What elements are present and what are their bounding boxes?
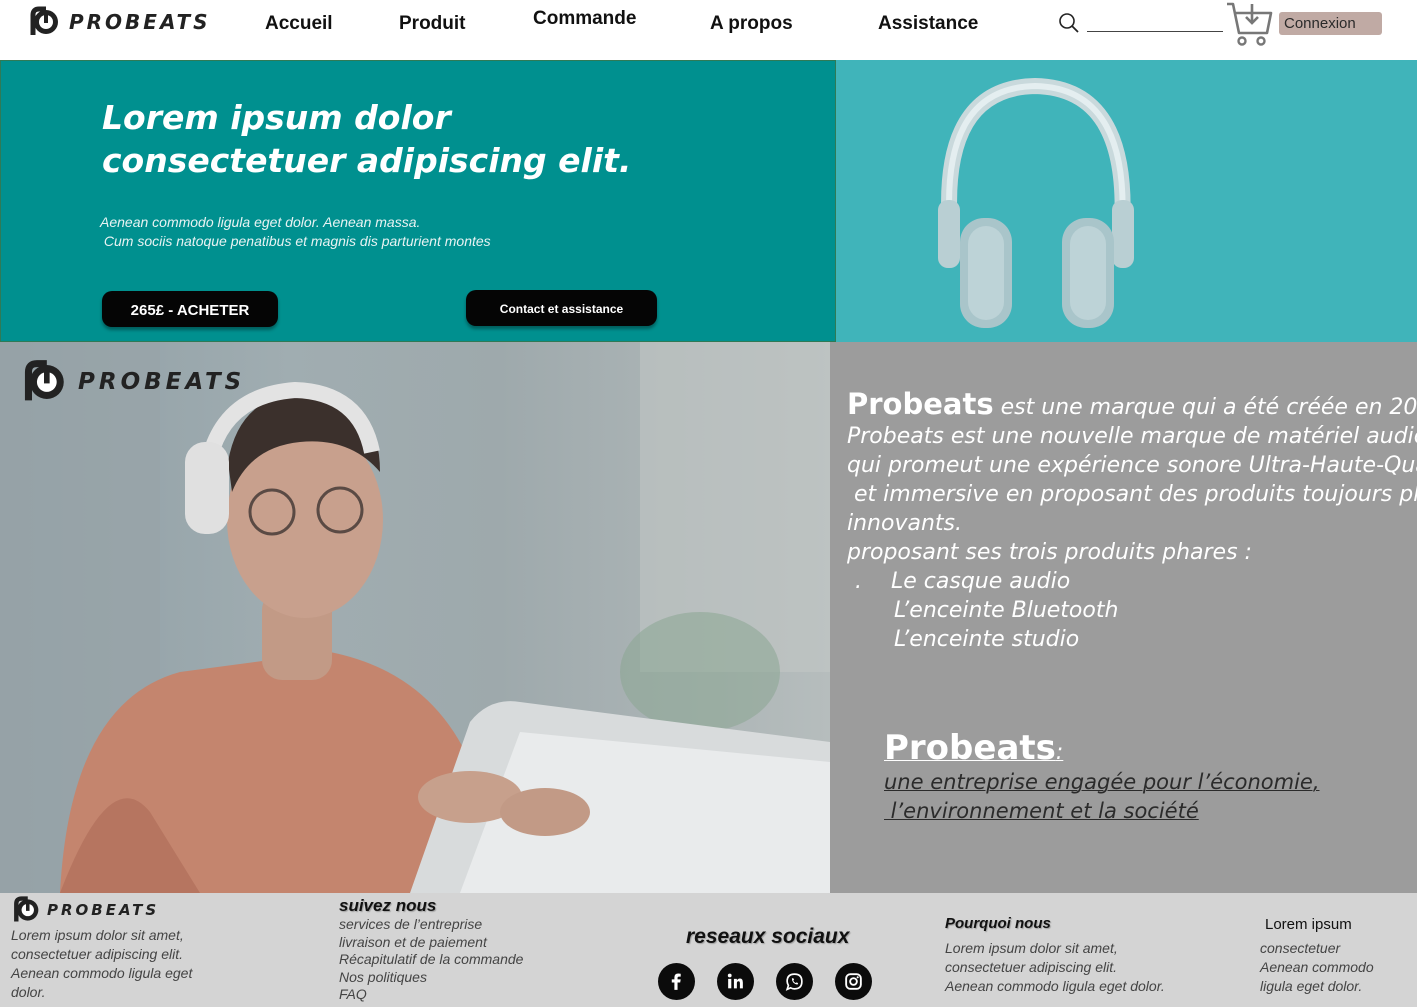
facebook-glyph-icon — [671, 973, 681, 990]
product-item-label: Le casque audio — [891, 569, 1071, 594]
engagement-subtitle: une entreprise engagée pour l’économie, … — [884, 768, 1320, 826]
product-item: . Le casque audio — [847, 567, 1417, 596]
footer-about-line: dolor. — [11, 984, 46, 1000]
footer-last-text: consectetuer Aenean commodo ligula eget … — [1260, 939, 1374, 996]
footer-link[interactable]: Récapitulatif de la commande — [339, 951, 523, 969]
about-line: Probeats est une nouvelle marque de maté… — [847, 424, 1417, 449]
site-footer — [0, 893, 1417, 1007]
hero-subtitle: Aenean commodo ligula eget dolor. Aenean… — [100, 213, 491, 251]
buy-button[interactable]: 265£ - ACHETER — [102, 291, 278, 327]
headphones-image — [938, 78, 1134, 328]
engagement-title: Probeats: — [884, 728, 1063, 768]
hero-product-panel — [836, 60, 1417, 342]
linkedin-glyph-icon — [727, 973, 743, 989]
about-brand: Probeats — [847, 387, 994, 421]
contact-button[interactable]: Contact et assistance — [466, 290, 657, 326]
photo-logo-wordmark: PROBEATS — [78, 369, 246, 395]
engagement-brand: Probeats — [884, 728, 1056, 768]
product-item: L’enceinte Bluetooth — [894, 598, 1119, 623]
probeats-logo-icon — [30, 6, 58, 35]
follow-links: services de l’entreprise livraison et de… — [339, 916, 523, 1004]
about-line: qui promeut une expérience sonore Ultra-… — [847, 453, 1417, 478]
cart-icon[interactable] — [1225, 0, 1275, 50]
footer-logo[interactable]: PROBEATS — [11, 895, 159, 925]
hero-title-line-2: consectetuer adipiscing elit. — [102, 141, 632, 180]
social-title: reseaux sociaux — [686, 925, 850, 948]
nav-a-propos[interactable]: A propos — [710, 13, 793, 35]
follow-title: suivez nous — [339, 896, 437, 915]
about-line: proposant ses trois produits phares : — [847, 540, 1252, 565]
about-intro-line: Probeats est une marque qui a été créée … — [847, 390, 1417, 422]
hero-title: Lorem ipsum dolor consectetuer adipiscin… — [102, 96, 702, 182]
site-header: PROBEATS Accueil Produit Commande A prop… — [0, 0, 1417, 60]
footer-last-line: ligula eget dolor. — [1260, 978, 1363, 994]
footer-link[interactable]: services de l’entreprise — [339, 916, 523, 934]
bullet-marker: . — [855, 569, 862, 594]
footer-about-line: Aenean commodo ligula eget — [11, 965, 193, 981]
header-logo[interactable]: PROBEATS — [27, 5, 211, 39]
facebook-icon[interactable] — [658, 963, 695, 1000]
why-title: Pourquoi nous — [945, 915, 1051, 932]
footer-about-line: consectetuer adipiscing elit. — [11, 946, 183, 962]
logo-wordmark: PROBEATS — [69, 10, 211, 34]
footer-link[interactable]: livraison et de paiement — [339, 934, 523, 952]
about-line: innovants. — [847, 511, 962, 536]
instagram-glyph-icon — [845, 973, 862, 990]
engagement-line-2: l’environnement et la société — [884, 799, 1199, 823]
why-line: Lorem ipsum dolor sit amet, — [945, 940, 1118, 956]
instagram-icon[interactable] — [835, 963, 872, 1000]
why-line: Aenean commodo ligula eget dolor. — [945, 978, 1165, 994]
hero-subtitle-line-2: Cum sociis natoque penatibus et magnis d… — [100, 233, 491, 249]
lifestyle-photo: PROBEATS — [0, 342, 830, 893]
linkedin-icon[interactable] — [717, 963, 754, 1000]
whatsapp-icon[interactable] — [776, 963, 813, 1000]
whatsapp-glyph-icon — [785, 973, 803, 991]
footer-about-line: Lorem ipsum dolor sit amet, — [11, 927, 184, 943]
photo-logo: PROBEATS — [20, 358, 245, 406]
why-text: Lorem ipsum dolor sit amet, consectetuer… — [945, 939, 1165, 996]
about-line: et immersive en proposant des produits t… — [847, 482, 1417, 507]
footer-link[interactable]: Nos politiques — [339, 969, 523, 987]
nav-assistance[interactable]: Assistance — [878, 13, 978, 35]
nav-accueil[interactable]: Accueil — [265, 13, 333, 35]
hero-subtitle-line-1: Aenean commodo ligula eget dolor. Aenean… — [100, 214, 421, 230]
why-line: consectetuer adipiscing elit. — [945, 959, 1117, 975]
login-button[interactable]: Connexion — [1279, 12, 1382, 35]
engagement-line-1: une entreprise engagée pour l’économie, — [884, 770, 1320, 794]
hero-title-line-1: Lorem ipsum dolor — [102, 98, 451, 137]
about-intro-rest: est une marque qui a été créée en 2020, — [993, 395, 1417, 420]
product-item: L’enceinte studio — [894, 627, 1080, 652]
nav-commande[interactable]: Commande — [533, 8, 636, 30]
about-text: Probeats est une marque qui a été créée … — [847, 390, 1417, 654]
footer-logo-wordmark: PROBEATS — [47, 901, 160, 919]
probeats-logo-icon — [24, 360, 64, 401]
person-with-headphones-image — [0, 342, 830, 893]
footer-link[interactable]: FAQ — [339, 986, 523, 1004]
search-input[interactable] — [1087, 31, 1223, 32]
footer-last-line: Aenean commodo — [1260, 959, 1374, 975]
nav-produit[interactable]: Produit — [399, 13, 466, 35]
engagement-colon: : — [1055, 740, 1064, 765]
footer-about: Lorem ipsum dolor sit amet, consectetuer… — [11, 926, 192, 1002]
search-icon[interactable] — [1058, 12, 1080, 34]
probeats-logo-icon — [14, 896, 39, 922]
footer-last-line: consectetuer — [1260, 940, 1341, 956]
footer-last-title: Lorem ipsum — [1265, 916, 1352, 933]
